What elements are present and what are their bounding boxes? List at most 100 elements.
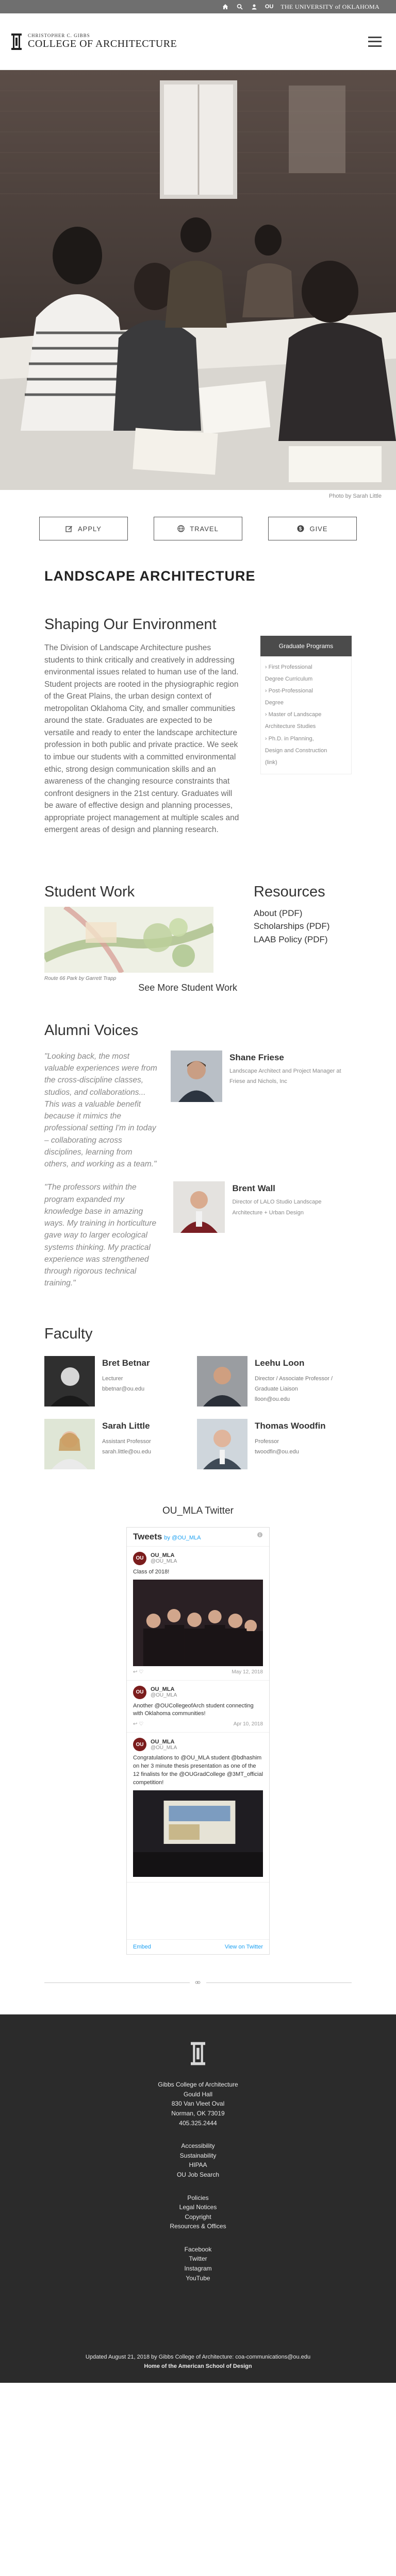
twitter-widget[interactable]: Tweets by @OU_MLA OU OU_MLA @OU_MLA Class …	[126, 1527, 270, 1955]
sidebar-item[interactable]: Design and Construction	[265, 745, 347, 757]
student-work-caption: Route 66 Park by Garrett Trapp	[44, 975, 117, 981]
sidebar-item[interactable]: Degree Curriculum	[265, 673, 347, 685]
tweets-title: Tweets	[133, 1531, 162, 1541]
footer-social: Facebook Twitter Instagram YouTube	[0, 2245, 396, 2283]
travel-button[interactable]: TRAVEL	[154, 517, 242, 540]
photo-credit: Photo by Sarah Little	[328, 493, 382, 499]
faculty-photo	[197, 1418, 248, 1469]
alumni-photo	[171, 1050, 223, 1102]
user-icon[interactable]	[251, 3, 258, 10]
dollar-icon: $	[297, 525, 304, 532]
tweet[interactable]: OU OU_MLA @OU_MLA Class of 2018! ↩ ♡ May 1…	[127, 1547, 269, 1681]
see-more-student-work-link[interactable]: See More Student Work	[44, 982, 237, 993]
sidebar-item[interactable]: › Ph.D. in Planning,	[265, 733, 347, 745]
footer-link[interactable]: HIPAA	[0, 2160, 396, 2170]
university-link[interactable]: THE UNIVERSITY of OKLAHOMA	[280, 3, 380, 11]
twitter-avatar: OU	[133, 1551, 146, 1565]
twitter-link[interactable]: Twitter	[0, 2254, 396, 2264]
phone-number[interactable]: 405.325.2444	[0, 2119, 396, 2128]
alumni-name: Shane Friese	[229, 1052, 284, 1062]
tweet-date: May 12, 2018	[232, 1669, 263, 1675]
faculty-card[interactable]: Leehu Loon Director / Associate Professo…	[197, 1355, 350, 1406]
site-footer: Gibbs College of Architecture Gould Hall…	[0, 2014, 396, 2383]
search-icon[interactable]	[236, 3, 243, 10]
sidebar-item[interactable]: › Master of Landscape	[265, 709, 347, 721]
twitter-section: OU_MLA Twitter Tweets by @OU_MLA OU OU_ML…	[126, 1505, 270, 1955]
footer-link[interactable]: Legal Notices	[0, 2202, 396, 2212]
intro-heading: Shaping Our Environment	[44, 616, 217, 633]
faculty-card[interactable]: Bret Betnar Lecturer bbetnar@ou.edu	[44, 1355, 197, 1406]
footer-link[interactable]: Copyright	[0, 2212, 396, 2222]
faculty-title: Director / Associate Professor / Graduat…	[255, 1375, 333, 1392]
footer-link[interactable]: OU Job Search	[0, 2170, 396, 2180]
alumni-quote: "Looking back, the most valuable experie…	[44, 1052, 157, 1169]
ou-logo[interactable]: OU	[265, 4, 274, 10]
give-label: GIVE	[309, 524, 328, 533]
instagram-link[interactable]: Instagram	[0, 2264, 396, 2274]
youtube-link[interactable]: YouTube	[0, 2274, 396, 2283]
twitter-avatar: OU	[133, 1738, 146, 1752]
intro-body: The Division of Landscape Architecture p…	[44, 643, 239, 835]
tweet-image[interactable]	[133, 1790, 263, 1877]
sidebar-item[interactable]: (link)	[265, 757, 347, 769]
updated-notice: Updated August 21, 2018 by Gibbs College…	[85, 2354, 311, 2361]
alumni-role: Landscape Architect and Project Manager …	[229, 1067, 341, 1085]
menu-icon[interactable]	[368, 36, 382, 47]
globe-icon	[177, 525, 185, 532]
view-on-twitter-link[interactable]: View on Twitter	[225, 1944, 263, 1950]
reply-icon[interactable]: ↩ ♡	[133, 1669, 143, 1675]
sidebar-item[interactable]: Degree	[265, 697, 347, 709]
faculty-name: Sarah Little	[102, 1420, 150, 1431]
college-logo[interactable]: CHRISTOPHER C. GIBBS COLLEGE OF ARCHITEC…	[9, 31, 177, 52]
site-header: CHRISTOPHER C. GIBBS COLLEGE OF ARCHITEC…	[0, 13, 396, 70]
faculty-email[interactable]: lloon@ou.edu	[255, 1394, 350, 1404]
tweet-image[interactable]	[133, 1579, 263, 1666]
footer-link[interactable]: Resources & Offices	[0, 2222, 396, 2231]
home-icon[interactable]	[222, 3, 229, 10]
reply-icon[interactable]: ↩ ♡	[133, 1721, 143, 1727]
faculty-email[interactable]: sarah.little@ou.edu	[102, 1447, 151, 1457]
tweet[interactable]: OU OU_MLA @OU_MLA Another @OUCollegeofArc…	[127, 1681, 269, 1733]
twitter-avatar: OU	[133, 1685, 146, 1699]
student-work-heading: Student Work	[44, 883, 135, 900]
resource-link[interactable]: Scholarships (PDF)	[254, 920, 329, 933]
alumni-role: Director of LALO Studio Landscape Archit…	[232, 1199, 322, 1216]
logo-big-text: COLLEGE OF ARCHITECTURE	[28, 38, 177, 49]
faculty-title: Lecturer	[102, 1375, 123, 1382]
footer-link[interactable]: Policies	[0, 2193, 396, 2203]
cta-row: APPLY TRAVEL $ GIVE	[0, 517, 396, 540]
faculty-section: Faculty Bret Betnar Lecturer bbetnar@ou.…	[44, 1326, 352, 1469]
sidebar-item[interactable]: › First Professional	[265, 662, 347, 673]
apply-button[interactable]: APPLY	[39, 517, 128, 540]
footer-link[interactable]: Accessibility	[0, 2141, 396, 2151]
graduate-programs-sidebar: Graduate Programs › First Professional D…	[260, 613, 352, 836]
apply-label: APPLY	[78, 524, 102, 533]
faculty-email[interactable]: twoodfin@ou.edu	[255, 1447, 326, 1457]
embed-link[interactable]: Embed	[133, 1944, 151, 1950]
sidebar-item[interactable]: Architecture Studies	[265, 721, 347, 733]
graduate-programs-button[interactable]: Graduate Programs	[260, 636, 352, 656]
address-line: Gould Hall	[183, 2090, 213, 2098]
resource-link[interactable]: LAAB Policy (PDF)	[254, 933, 329, 946]
resource-link[interactable]: About (PDF)	[254, 907, 329, 920]
faculty-photo	[197, 1355, 248, 1406]
footer-link[interactable]: Sustainability	[0, 2151, 396, 2161]
faculty-card[interactable]: Sarah Little Assistant Professor sarah.l…	[44, 1418, 197, 1469]
tweet-date: Apr 10, 2018	[233, 1721, 263, 1727]
tweet-author: OU_MLA	[151, 1552, 175, 1559]
section-divider	[44, 1977, 352, 1988]
info-icon[interactable]	[257, 1532, 263, 1538]
faculty-card[interactable]: Thomas Woodfin Professor twoodfin@ou.edu	[197, 1418, 350, 1469]
faculty-email[interactable]: bbetnar@ou.edu	[102, 1384, 150, 1394]
faculty-name: Bret Betnar	[102, 1358, 150, 1368]
facebook-link[interactable]: Facebook	[0, 2245, 396, 2255]
faculty-name: Thomas Woodfin	[255, 1420, 326, 1431]
student-work-image[interactable]	[44, 906, 213, 973]
tweets-by[interactable]: by @OU_MLA	[164, 1535, 201, 1541]
footer-links-1: Accessibility Sustainability HIPAA OU Jo…	[0, 2141, 396, 2179]
tweet[interactable]: OU OU_MLA @OU_MLA Congratulations to @OU_…	[127, 1733, 269, 1883]
faculty-photo	[44, 1355, 95, 1406]
tweet-body: Another @OUCollegeofArch student connect…	[133, 1702, 254, 1717]
sidebar-item[interactable]: › Post-Professional	[265, 685, 347, 697]
give-button[interactable]: $ GIVE	[268, 517, 357, 540]
